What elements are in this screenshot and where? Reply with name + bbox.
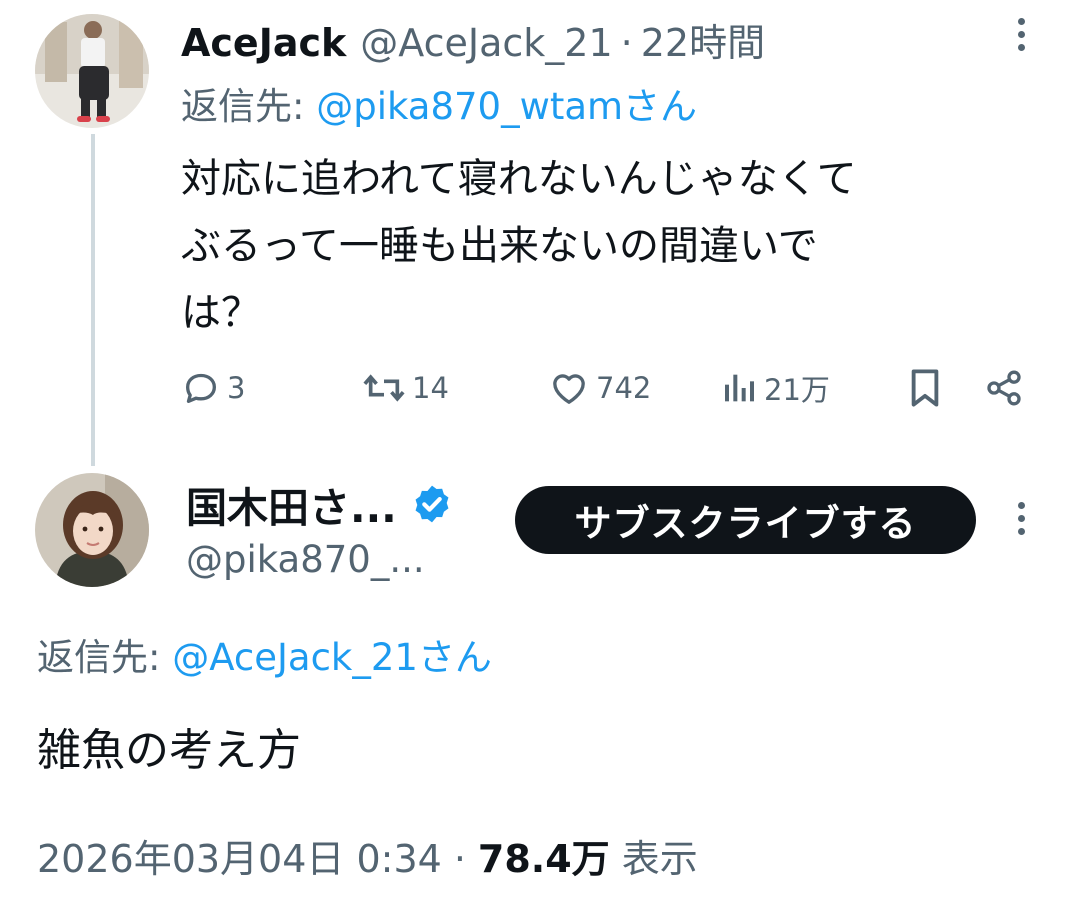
repost-count: 14 (412, 371, 449, 405)
avatar-kunikida[interactable] (35, 473, 149, 587)
avatar-acejack[interactable] (35, 14, 149, 128)
reply-prefix: 返信先: (37, 636, 161, 679)
reply-target-link[interactable]: @AceJack_21さん (172, 636, 492, 679)
repost-icon (363, 374, 405, 402)
thread-line (91, 134, 95, 466)
views-count[interactable]: 78.4万 (478, 828, 610, 883)
display-name[interactable]: AceJack (181, 21, 346, 65)
like-button[interactable]: 742 (548, 366, 651, 410)
tweet-text: 対応に追われて寝れないんじゃなくて ぶるって一睡も出来ないの間違いで は？ (181, 146, 1061, 347)
verified-badge-icon[interactable] (411, 483, 453, 525)
like-count: 742 (596, 371, 652, 405)
bookmark-button[interactable] (906, 366, 944, 410)
separator: · (620, 21, 633, 65)
reply-icon (186, 373, 216, 403)
tweet-meta: 2026年03月04日 0:34 · 78.4万 表示 (37, 828, 698, 883)
views-label: 表示 (621, 837, 698, 881)
reply-to-line: 返信先: @AceJack_21さん (37, 627, 492, 681)
reply-button[interactable]: 3 (181, 366, 245, 410)
timestamp[interactable]: 2026年03月04日 0:34 (37, 828, 442, 883)
tweet-text-line: ぶるって一睡も出来ないの間違いで (181, 223, 818, 269)
views-button[interactable]: 21万 (722, 366, 830, 410)
views-count: 21万 (764, 373, 830, 407)
separator: · (453, 837, 466, 881)
subscribe-button[interactable]: サブスクライブする (515, 486, 976, 554)
share-button[interactable] (984, 366, 1024, 410)
more-icon[interactable] (1018, 502, 1026, 541)
reply-target-link[interactable]: @pika870_wtamさん (316, 85, 697, 128)
tweet-text-line: 対応に追われて寝れないんじゃなくて (181, 156, 857, 202)
bookmark-icon (911, 369, 939, 407)
views-icon (725, 374, 754, 402)
repost-button[interactable]: 14 (362, 366, 449, 410)
reply-to-line: 返信先: @pika870_wtamさん (181, 76, 697, 130)
timestamp[interactable]: 22時間 (641, 12, 765, 67)
reply-prefix: 返信先: (181, 85, 305, 128)
reply-tweet-header: AceJack @AceJack_21 · 22時間 (181, 12, 765, 65)
handle[interactable]: @AceJack_21 (360, 21, 612, 65)
tweet-text: 雑魚の考え方 (37, 725, 301, 776)
more-icon[interactable] (1018, 18, 1026, 57)
like-icon (553, 374, 585, 404)
reply-count: 3 (227, 371, 246, 405)
handle[interactable]: @pika870_... (186, 538, 425, 581)
share-icon (987, 370, 1021, 406)
main-tweet-author[interactable]: 国木田さ... (186, 474, 453, 534)
display-name[interactable]: 国木田さ... (186, 474, 397, 534)
tweet-text-line: は？ (181, 290, 261, 336)
